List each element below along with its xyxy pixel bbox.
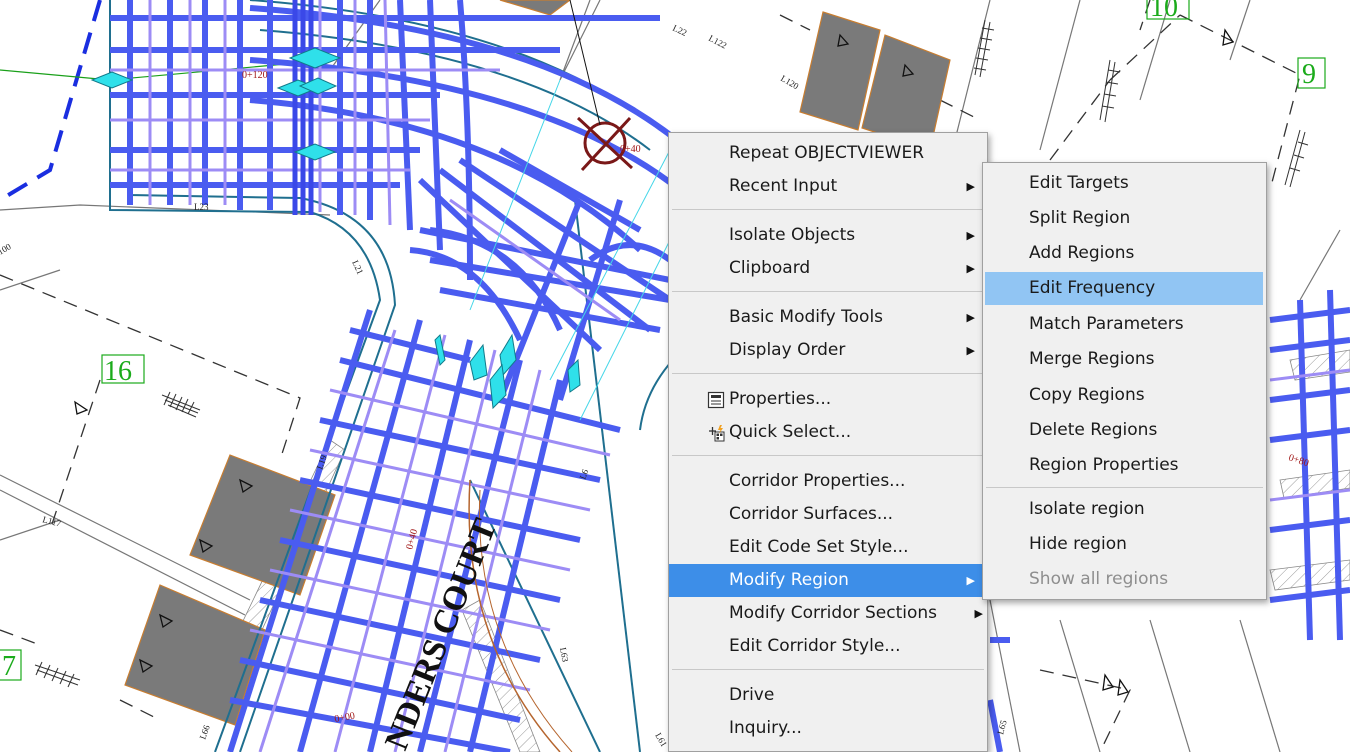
menu-separator [672, 209, 984, 210]
line-label: L66 [197, 723, 212, 741]
menu-item-label: Recent Input [729, 176, 838, 196]
submenu-item-hide-region[interactable]: Hide region [983, 528, 1266, 561]
menu-item-label: Modify Region [729, 570, 849, 590]
submenu-arrow-icon: ▶ [966, 262, 975, 275]
line-label: L63 [558, 647, 570, 664]
lot-number-10: 10 [1150, 0, 1178, 23]
menu-item-modify-corridor-sections[interactable]: Modify Corridor Sections ▶ [669, 597, 987, 630]
menu-separator [672, 373, 984, 374]
menu-item-label: Drive [729, 685, 775, 705]
submenu-arrow-icon: ▶ [966, 344, 975, 357]
menu-item-properties[interactable]: Properties... [669, 383, 987, 416]
menu-separator [672, 669, 984, 670]
menu-item-display-order[interactable]: Display Order ▶ [669, 334, 987, 367]
modify-region-submenu: Edit Targets Split Region Add Regions Ed… [982, 162, 1267, 600]
menu-item-label: Properties... [729, 389, 832, 409]
line-label: L120 [779, 73, 801, 91]
submenu-item-merge-regions[interactable]: Merge Regions [983, 343, 1266, 376]
submenu-arrow-icon: ▶ [966, 180, 975, 193]
menu-item-corridor-properties[interactable]: Corridor Properties... [669, 465, 987, 498]
submenu-item-label: Match Parameters [1029, 314, 1184, 334]
station-label: 0+40 [620, 144, 641, 155]
submenu-item-label: Hide region [1029, 534, 1127, 554]
context-menu: Repeat OBJECTVIEWER Recent Input ▶ Isolat… [668, 132, 988, 752]
submenu-item-label: Edit Frequency [1029, 278, 1156, 298]
submenu-item-label: Show all regions [1029, 569, 1169, 589]
properties-icon [707, 391, 725, 409]
line-label: L21 [350, 259, 365, 276]
line-label: L23 [194, 202, 209, 212]
submenu-item-split-region[interactable]: Split Region [983, 202, 1266, 235]
submenu-item-region-properties[interactable]: Region Properties [983, 449, 1266, 482]
submenu-item-label: Split Region [1029, 208, 1131, 228]
menu-item-edit-corridor-style[interactable]: Edit Corridor Style... [669, 630, 987, 663]
submenu-item-label: Region Properties [1029, 455, 1179, 475]
submenu-separator [986, 487, 1263, 488]
line-label: L22 [671, 23, 688, 38]
line-label: L61 [653, 731, 669, 749]
selected-region-column [292, 0, 314, 215]
menu-item-label: Edit Corridor Style... [729, 636, 901, 656]
submenu-item-isolate-region[interactable]: Isolate region [983, 493, 1266, 526]
submenu-item-show-all-regions: Show all regions [983, 563, 1266, 596]
menu-item-label: Corridor Properties... [729, 471, 906, 491]
submenu-arrow-icon: ▶ [966, 229, 975, 242]
menu-item-corridor-surfaces[interactable]: Corridor Surfaces... [669, 498, 987, 531]
lot-number-9: 9 [1302, 59, 1316, 90]
submenu-item-delete-regions[interactable]: Delete Regions [983, 414, 1266, 447]
menu-item-label: Modify Corridor Sections [729, 603, 938, 623]
submenu-item-copy-regions[interactable]: Copy Regions [983, 379, 1266, 412]
menu-item-clipboard[interactable]: Clipboard ▶ [669, 252, 987, 285]
lot-number-16: 16 [104, 356, 132, 387]
station-label: 0+120 [242, 70, 268, 81]
submenu-item-label: Delete Regions [1029, 420, 1158, 440]
menu-separator [672, 291, 984, 292]
menu-item-label: Basic Modify Tools [729, 307, 884, 327]
submenu-item-edit-frequency[interactable]: Edit Frequency [985, 272, 1263, 305]
menu-item-label: Display Order [729, 340, 846, 360]
submenu-arrow-icon: ▶ [974, 607, 983, 620]
submenu-item-label: Merge Regions [1029, 349, 1155, 369]
menu-item-label: Isolate Objects [729, 225, 856, 245]
submenu-arrow-icon: ▶ [966, 574, 975, 587]
menu-item-label: Quick Select... [729, 422, 852, 442]
misc-label: 100 [0, 241, 13, 257]
menu-item-basic-modify-tools[interactable]: Basic Modify Tools ▶ [669, 301, 987, 334]
menu-item-label: Inquiry... [729, 718, 802, 738]
menu-item-inquiry[interactable]: Inquiry... [669, 712, 987, 745]
menu-item-label: Corridor Surfaces... [729, 504, 894, 524]
menu-item-drive[interactable]: Drive [669, 679, 987, 712]
menu-item-isolate-objects[interactable]: Isolate Objects ▶ [669, 219, 987, 252]
menu-item-quick-select[interactable]: Quick Select... [669, 416, 987, 449]
quick-select-icon [709, 425, 725, 442]
menu-item-label: Repeat OBJECTVIEWER [729, 143, 925, 163]
menu-item-recent-input[interactable]: Recent Input ▶ [669, 170, 987, 203]
line-label: L65 [995, 718, 1009, 735]
menu-separator [672, 455, 984, 456]
right-of-way-line [0, 0, 102, 202]
submenu-item-edit-targets[interactable]: Edit Targets [983, 167, 1266, 200]
submenu-arrow-icon: ▶ [966, 311, 975, 324]
lot-number-7: 7 [2, 651, 16, 682]
menu-item-label: Edit Code Set Style... [729, 537, 909, 557]
menu-item-repeat-objectviewer[interactable]: Repeat OBJECTVIEWER [669, 137, 987, 170]
menu-item-modify-region[interactable]: Modify Region ▶ [669, 564, 987, 597]
submenu-item-label: Isolate region [1029, 499, 1145, 519]
submenu-item-label: Copy Regions [1029, 385, 1145, 405]
line-label: L117 [41, 514, 62, 529]
submenu-item-match-parameters[interactable]: Match Parameters [983, 308, 1266, 341]
submenu-item-add-regions[interactable]: Add Regions [983, 237, 1266, 270]
menu-item-label: Clipboard [729, 258, 811, 278]
menu-item-edit-code-set-style[interactable]: Edit Code Set Style... [669, 531, 987, 564]
submenu-item-label: Edit Targets [1029, 173, 1129, 193]
line-label: L122 [707, 33, 728, 51]
submenu-item-label: Add Regions [1029, 243, 1135, 263]
